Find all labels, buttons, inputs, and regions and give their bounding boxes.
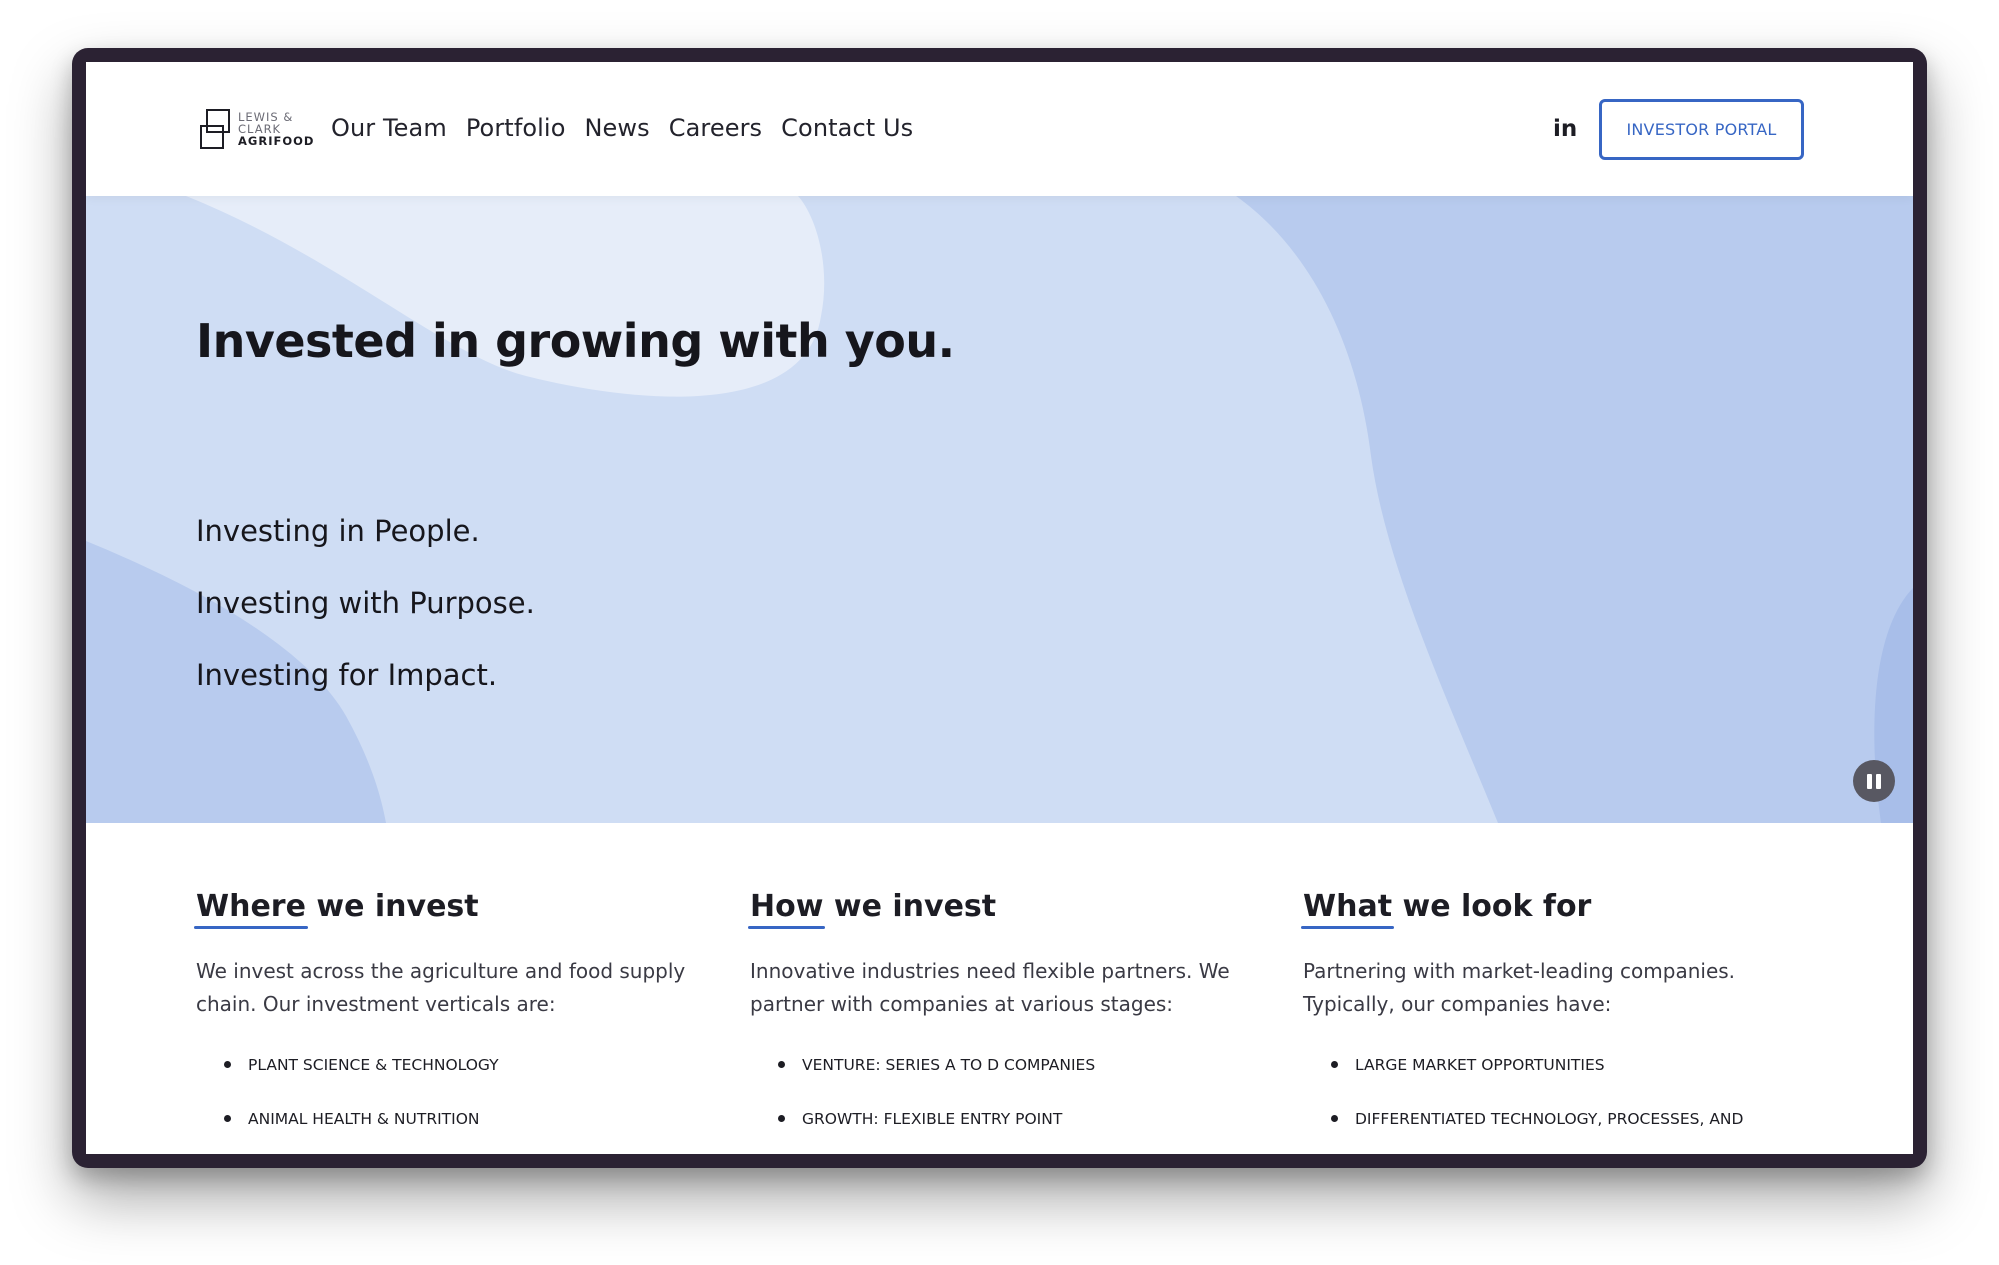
- logo[interactable]: LEWIS & CLARK AGRIFOOD: [198, 108, 314, 150]
- column-list: VENTURE: SERIES A TO D COMPANIES GROWTH:…: [750, 1055, 1270, 1154]
- list-item: LARGE MARKET OPPORTUNITIES: [1303, 1055, 1823, 1109]
- hero-line-impact: Investing for Impact.: [196, 658, 498, 692]
- device-frame: LEWIS & CLARK AGRIFOOD Our Team Portfoli…: [72, 48, 1927, 1168]
- nav-item-our-team[interactable]: Our Team: [331, 114, 447, 142]
- column-description: Partnering with market-leading companies…: [1303, 959, 1736, 1016]
- column-title-underlined: How: [747, 889, 826, 929]
- hero-title: Invested in growing with you.: [196, 314, 955, 368]
- pause-button[interactable]: [1853, 760, 1895, 802]
- list-item: DIFFERENTIATED TECHNOLOGY, PROCESSES, AN…: [1303, 1109, 1823, 1154]
- hero-line-people: Investing in People.: [196, 514, 480, 548]
- hero-background-shapes: [86, 196, 1913, 823]
- column-description: We invest across the agriculture and foo…: [196, 959, 686, 1016]
- site-header: LEWIS & CLARK AGRIFOOD Our Team Portfoli…: [86, 62, 1913, 196]
- browser-screen: LEWIS & CLARK AGRIFOOD Our Team Portfoli…: [86, 62, 1913, 1154]
- logo-mark-icon: [200, 109, 230, 149]
- nav-item-news[interactable]: News: [584, 114, 649, 142]
- list-item: GROWTH: FLEXIBLE ENTRY POINT: [750, 1109, 1270, 1154]
- list-item: ANIMAL HEALTH & NUTRITION: [196, 1109, 716, 1154]
- column-title-underlined: What: [1300, 889, 1395, 929]
- linkedin-icon[interactable]: in: [1553, 116, 1577, 142]
- list-item: PLANT SCIENCE & TECHNOLOGY: [196, 1055, 716, 1109]
- pause-icon-bar-right: [1876, 773, 1881, 789]
- column-title: Where we invest: [194, 889, 479, 929]
- invest-columns: Where we invest We invest across the agr…: [86, 823, 1913, 1154]
- nav-item-careers[interactable]: Careers: [669, 114, 762, 142]
- logo-line-3: AGRIFOOD: [238, 134, 315, 148]
- column-description: Innovative industries need flexible part…: [750, 959, 1230, 1016]
- main-nav: Our Team Portfolio News Careers Contact …: [331, 114, 913, 142]
- nav-item-portfolio[interactable]: Portfolio: [466, 114, 566, 142]
- column-list: LARGE MARKET OPPORTUNITIES DIFFERENTIATE…: [1303, 1055, 1823, 1154]
- pause-icon-bar-left: [1867, 773, 1872, 789]
- column-title-rest: we invest: [305, 889, 479, 924]
- list-item: VENTURE: SERIES A TO D COMPANIES: [750, 1055, 1270, 1109]
- column-title-underlined: Where: [194, 889, 308, 929]
- logo-text: LEWIS & CLARK AGRIFOOD: [238, 111, 314, 147]
- investor-portal-button[interactable]: INVESTOR PORTAL: [1599, 99, 1804, 160]
- column-title-rest: we invest: [823, 889, 997, 924]
- hero-section: Invested in growing with you. Investing …: [86, 196, 1913, 823]
- hero-line-purpose: Investing with Purpose.: [196, 586, 535, 620]
- column-list: PLANT SCIENCE & TECHNOLOGY ANIMAL HEALTH…: [196, 1055, 716, 1154]
- column-title-rest: we look for: [1392, 889, 1592, 924]
- column-title: How we invest: [747, 889, 997, 929]
- column-title: What we look for: [1300, 889, 1592, 929]
- nav-item-contact-us[interactable]: Contact Us: [781, 114, 913, 142]
